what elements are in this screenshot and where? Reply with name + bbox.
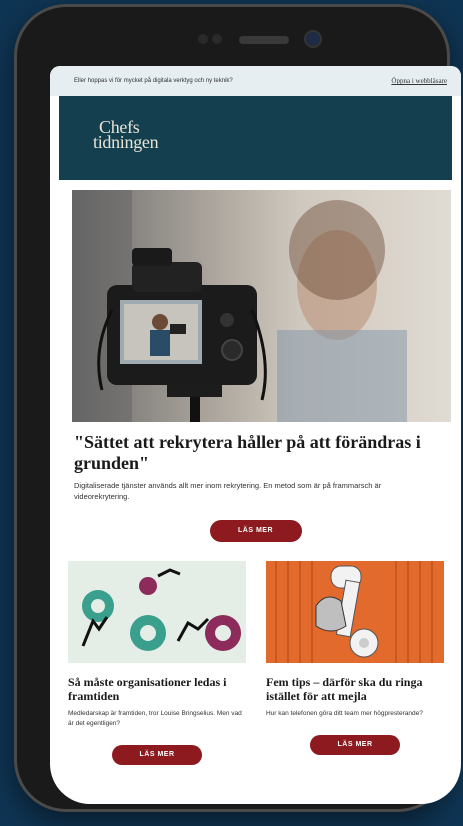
preheader-bar: Eller hoppas vi för mycket på digitala v…: [50, 66, 461, 96]
article-card: Fem tips – därför ska du ringa istället …: [266, 561, 444, 755]
logo-line2: tidningen: [93, 132, 159, 152]
sensor-dot: [212, 34, 222, 44]
read-more-button[interactable]: LÄS MER: [112, 745, 202, 765]
main-read-more-button[interactable]: LÄS MER: [209, 520, 302, 542]
chefstidningen-logo[interactable]: Chefs tidningen: [93, 118, 159, 152]
article-title[interactable]: Så måste organisationer ledas i framtide…: [68, 675, 246, 703]
preheader-text: Eller hoppas vi för mycket på digitala v…: [74, 78, 233, 84]
main-article-description: Digitaliserade tjänster används allt mer…: [74, 481, 382, 501]
phone-speaker: [239, 36, 289, 44]
open-in-browser-link[interactable]: Öppna i webbläsare: [391, 77, 447, 85]
front-camera-icon: [306, 32, 320, 46]
article-image[interactable]: [68, 561, 246, 663]
email-screen: Eller hoppas vi för mycket på digitala v…: [50, 66, 461, 804]
masthead: Chefs tidningen: [59, 96, 452, 180]
main-article-title[interactable]: "Sättet att rekrytera håller på att förä…: [74, 432, 437, 474]
phone-handset-icon: [275, 561, 433, 663]
phone-frame: Eller hoppas vi för mycket på digitala v…: [14, 4, 461, 812]
gears-collage-icon: [81, 568, 241, 651]
article-grid: Så måste organisationer ledas i framtide…: [50, 561, 461, 804]
article-description: Medledarskap är framtiden, tror Louise B…: [68, 710, 242, 727]
read-more-button[interactable]: LÄS MER: [310, 735, 400, 755]
article-description: Hur kan telefonen göra ditt team mer hög…: [266, 710, 423, 717]
main-article-image[interactable]: [72, 190, 451, 422]
article-title[interactable]: Fem tips – därför ska du ringa istället …: [266, 675, 444, 703]
article-card: Så måste organisationer ledas i framtide…: [68, 561, 246, 765]
sensor-dot: [198, 34, 208, 44]
camera-recording-photo-icon: [72, 190, 407, 422]
article-image[interactable]: [266, 561, 444, 663]
main-article: "Sättet att rekrytera håller på att förä…: [50, 432, 461, 542]
